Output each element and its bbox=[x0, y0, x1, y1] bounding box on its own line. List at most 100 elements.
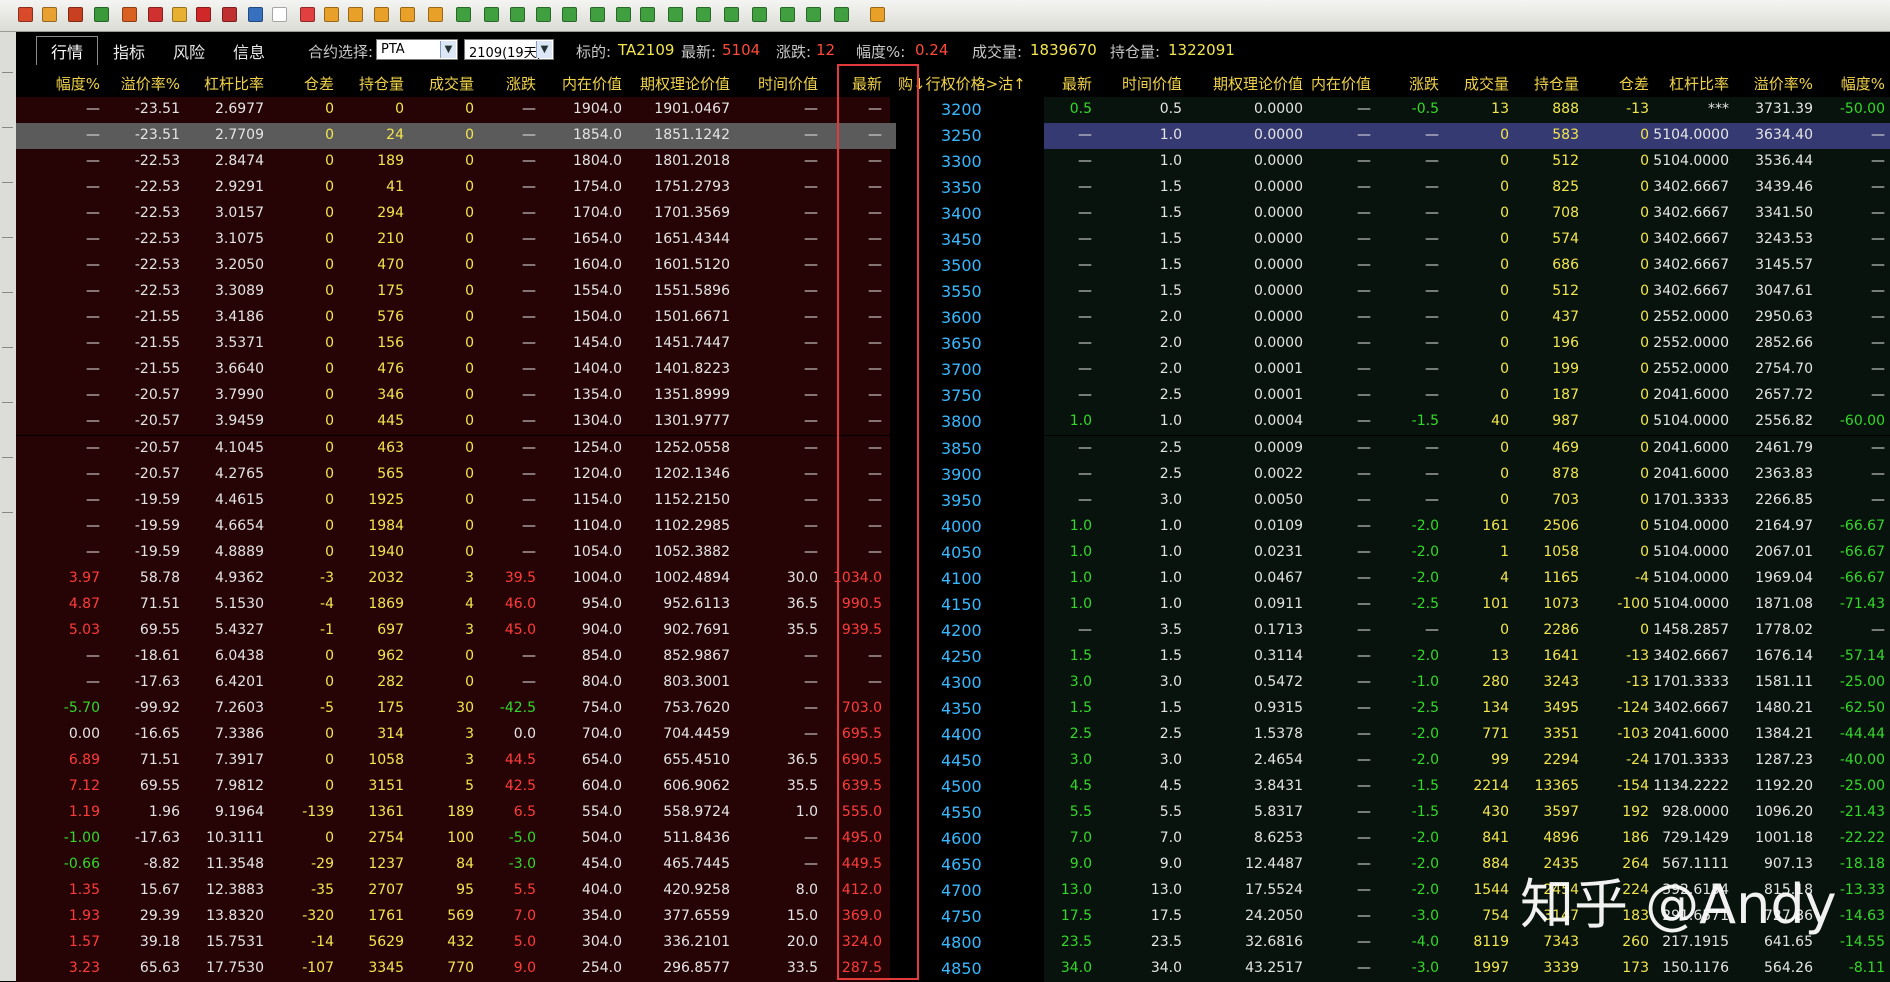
call-cell[interactable]: 3 bbox=[465, 752, 474, 768]
call-cell[interactable]: 0 bbox=[465, 518, 474, 534]
put-cell[interactable]: — bbox=[1357, 882, 1371, 898]
put-cell[interactable]: -4.0 bbox=[1412, 934, 1439, 950]
put-cell[interactable]: 1.0 bbox=[1160, 153, 1182, 169]
call-cell[interactable]: -5.0 bbox=[509, 830, 536, 846]
put-cell[interactable]: 3402.6667 bbox=[1653, 283, 1729, 299]
put-cell[interactable]: — bbox=[1357, 544, 1371, 560]
call-cell[interactable]: 0 bbox=[325, 231, 334, 247]
strike-price-cell[interactable]: 4500 bbox=[941, 777, 982, 796]
toolbar-tool-icon[interactable] bbox=[590, 7, 605, 22]
toolbar-tool-icon[interactable] bbox=[616, 7, 631, 22]
expiry-select-dropdown[interactable]: 2109(19天) ▼ bbox=[464, 39, 554, 61]
call-cell[interactable]: 0 bbox=[325, 518, 334, 534]
put-cell[interactable]: 2041.6000 bbox=[1653, 387, 1729, 403]
call-cell[interactable]: 1804.0 bbox=[573, 153, 622, 169]
call-cell[interactable]: — bbox=[804, 856, 818, 872]
table-row[interactable]: — -18.61 6.0438 0 962 0 — 854.0 852.9867 — — 4250 1.… bbox=[16, 643, 1890, 670]
put-cell[interactable]: — bbox=[1871, 127, 1885, 143]
put-cell[interactable]: 841 bbox=[1482, 830, 1509, 846]
call-cell[interactable]: 0 bbox=[325, 179, 334, 195]
toolbar-tool-icon[interactable] bbox=[870, 7, 885, 22]
strike-price-cell[interactable]: 3700 bbox=[941, 360, 982, 379]
put-cell[interactable]: 1997 bbox=[1473, 960, 1509, 976]
put-cell[interactable]: 5104.0000 bbox=[1653, 153, 1729, 169]
table-row[interactable]: — -20.57 3.7990 0 346 0 — 1354.0 1351.8999 — — 3750… bbox=[16, 383, 1890, 410]
call-cell[interactable]: 0 bbox=[465, 440, 474, 456]
put-cell[interactable]: — bbox=[1871, 387, 1885, 403]
put-cell[interactable]: -25.00 bbox=[1840, 778, 1885, 794]
put-cell[interactable]: 583 bbox=[1552, 127, 1579, 143]
put-cell[interactable]: 5104.0000 bbox=[1653, 544, 1729, 560]
call-cell[interactable]: 0 bbox=[465, 179, 474, 195]
call-cell[interactable]: -8.82 bbox=[144, 856, 180, 872]
call-cell[interactable]: — bbox=[804, 127, 818, 143]
put-cell[interactable]: 134 bbox=[1482, 700, 1509, 716]
call-cell[interactable]: — bbox=[86, 648, 100, 664]
put-cell[interactable]: — bbox=[1425, 257, 1439, 273]
strike-price-cell[interactable]: 4600 bbox=[941, 829, 982, 848]
put-cell[interactable]: — bbox=[1078, 387, 1092, 403]
put-cell[interactable]: 0.0000 bbox=[1254, 179, 1303, 195]
put-cell[interactable]: 2294 bbox=[1543, 752, 1579, 768]
put-cell[interactable]: — bbox=[1871, 283, 1885, 299]
call-cell[interactable]: — bbox=[804, 518, 818, 534]
table-row[interactable]: — -22.53 2.9291 0 41 0 — 1754.0 1751.2793 — — 3350 —… bbox=[16, 175, 1890, 202]
put-cell[interactable]: — bbox=[1357, 752, 1371, 768]
put-cell[interactable]: — bbox=[1871, 440, 1885, 456]
call-cell[interactable]: 58.78 bbox=[140, 570, 180, 586]
put-cell[interactable]: — bbox=[1425, 622, 1439, 638]
put-cell[interactable]: 3402.6667 bbox=[1653, 205, 1729, 221]
put-cell[interactable]: 17.5 bbox=[1061, 908, 1092, 924]
put-cell[interactable]: 1.5 bbox=[1160, 205, 1182, 221]
table-row[interactable]: 5.03 69.55 5.4327 -1 697 3 45.0 904.0 902.7691 35… bbox=[16, 617, 1890, 644]
put-cell[interactable]: 0 bbox=[1640, 257, 1649, 273]
call-cell[interactable]: 1404.0 bbox=[573, 361, 622, 377]
call-cell[interactable]: 69.55 bbox=[140, 778, 180, 794]
toolbar-tool-icon[interactable] bbox=[172, 7, 187, 22]
toolbar-tool-icon[interactable] bbox=[248, 7, 263, 22]
put-cell[interactable]: -21.43 bbox=[1840, 804, 1885, 820]
put-cell[interactable]: 99 bbox=[1491, 752, 1509, 768]
call-cell[interactable]: 3.97 bbox=[69, 570, 100, 586]
call-cell[interactable]: — bbox=[522, 518, 536, 534]
call-cell[interactable]: — bbox=[804, 830, 818, 846]
call-cell[interactable]: 1252.0558 bbox=[654, 440, 730, 456]
put-cell[interactable]: 17.5524 bbox=[1245, 882, 1303, 898]
table-row[interactable]: — -20.57 4.2765 0 565 0 — 1204.0 1202.1346 — — 3900… bbox=[16, 461, 1890, 488]
call-cell[interactable]: 65.63 bbox=[140, 960, 180, 976]
call-cell[interactable]: 175 bbox=[377, 283, 404, 299]
put-cell[interactable]: — bbox=[1357, 570, 1371, 586]
call-cell[interactable]: 0 bbox=[395, 101, 404, 117]
put-cell[interactable]: 13.0 bbox=[1151, 882, 1182, 898]
toolbar-tool-icon[interactable] bbox=[696, 7, 711, 22]
put-cell[interactable]: — bbox=[1357, 309, 1371, 325]
call-cell[interactable]: 1551.5896 bbox=[654, 283, 730, 299]
call-cell[interactable]: 2.9291 bbox=[215, 179, 264, 195]
call-cell[interactable]: -18.61 bbox=[135, 648, 180, 664]
call-cell[interactable]: 4.2765 bbox=[215, 466, 264, 482]
put-cell[interactable]: — bbox=[1871, 179, 1885, 195]
call-cell[interactable]: — bbox=[86, 361, 100, 377]
put-cell[interactable]: 708 bbox=[1552, 205, 1579, 221]
call-cell[interactable]: 17.7530 bbox=[206, 960, 264, 976]
call-cell[interactable]: 1.35 bbox=[69, 882, 100, 898]
put-cell[interactable]: 1969.04 bbox=[1755, 570, 1813, 586]
put-cell[interactable]: 0.0000 bbox=[1254, 283, 1303, 299]
call-cell[interactable]: 1154.0 bbox=[573, 492, 622, 508]
call-cell[interactable]: — bbox=[804, 492, 818, 508]
put-cell[interactable]: 4.5 bbox=[1070, 778, 1092, 794]
call-cell[interactable]: — bbox=[86, 153, 100, 169]
call-cell[interactable]: — bbox=[804, 674, 818, 690]
call-cell[interactable]: 854.0 bbox=[582, 648, 622, 664]
put-cell[interactable]: 173 bbox=[1622, 960, 1649, 976]
call-cell[interactable]: 1869 bbox=[368, 596, 404, 612]
call-cell[interactable]: 1761 bbox=[368, 908, 404, 924]
call-cell[interactable]: 8.0 bbox=[796, 882, 818, 898]
call-cell[interactable]: 554.0 bbox=[582, 804, 622, 820]
call-cell[interactable]: — bbox=[522, 205, 536, 221]
call-cell[interactable]: -29 bbox=[311, 856, 334, 872]
put-cell[interactable]: 1.5378 bbox=[1254, 726, 1303, 742]
call-cell[interactable]: 9.0 bbox=[514, 960, 536, 976]
call-cell[interactable]: 44.5 bbox=[505, 752, 536, 768]
table-row[interactable]: 4.87 71.51 5.1530 -4 1869 4 46.0 954.0 952.6113 3… bbox=[16, 591, 1890, 618]
